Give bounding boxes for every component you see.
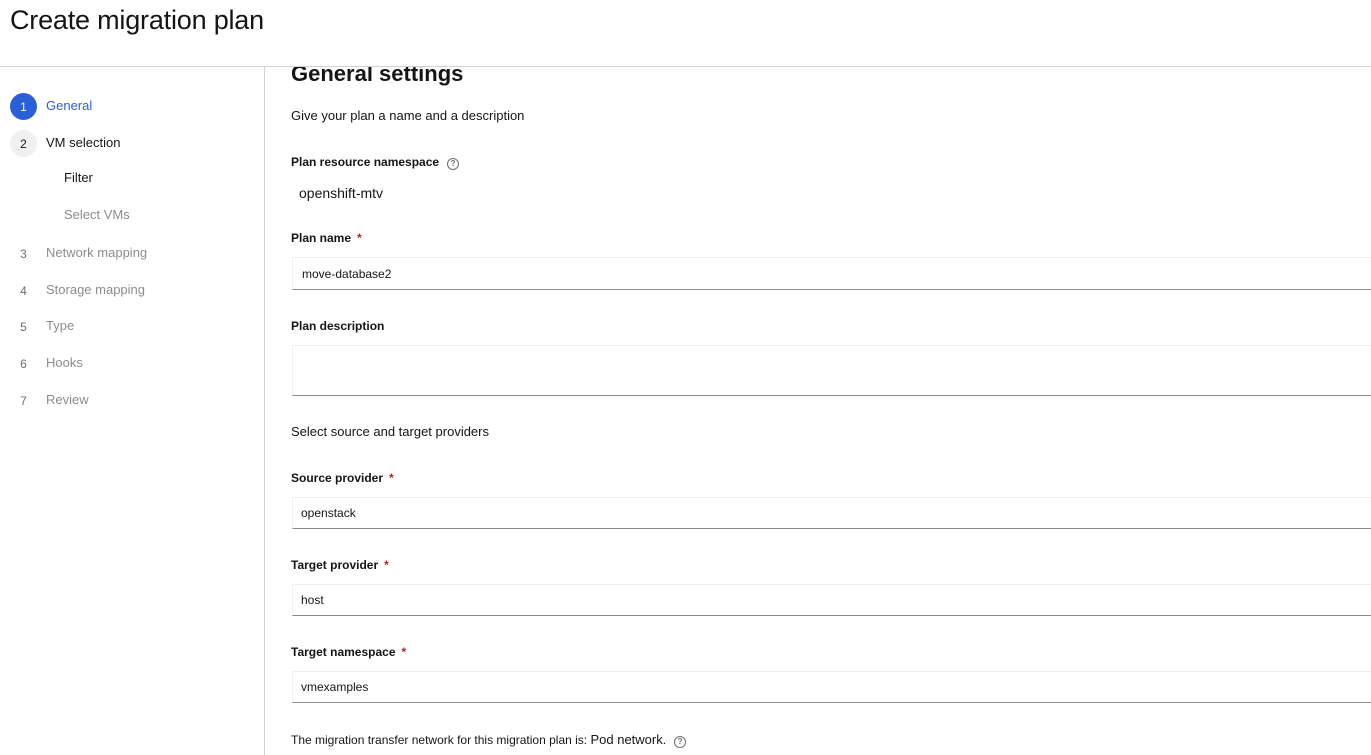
transfer-network-prefix: The migration transfer network for this … [291, 733, 591, 747]
source-provider-label: Source provider * [291, 471, 394, 485]
target-namespace-value: vmexamples [301, 680, 369, 694]
namespace-label: Plan resource namespace? [291, 155, 460, 170]
plan-name-label-text: Plan name [291, 231, 352, 245]
step-label: Network mapping [46, 245, 148, 260]
required-marker: * [357, 231, 362, 245]
providers-heading: Select source and target providers [291, 424, 489, 439]
plan-name-label: Plan name * [291, 231, 362, 245]
transfer-network-value[interactable]: Pod network [590, 732, 662, 747]
page-title: Create migration plan [10, 5, 264, 35]
plan-name-input[interactable] [292, 257, 1371, 290]
step-number: 6 [20, 356, 27, 371]
help-icon[interactable]: ? [447, 158, 460, 170]
transfer-network-note: The migration transfer network for this … [291, 732, 687, 748]
step-label: Hooks [46, 355, 83, 370]
wizard-step-storage-mapping[interactable]: 4 Storage mapping [0, 277, 264, 305]
target-namespace-label-text: Target namespace [291, 645, 396, 659]
step-label: General [46, 98, 93, 113]
name-description-heading: Give your plan a name and a description [291, 108, 525, 123]
step-label: Storage mapping [46, 282, 146, 297]
wizard-step-hooks[interactable]: 6 Hooks [0, 350, 264, 378]
step-number: 7 [20, 393, 27, 408]
required-marker: * [401, 645, 407, 659]
target-namespace-label: Target namespace * [291, 645, 406, 659]
step-label: VM selection [46, 135, 121, 150]
step-number: 5 [20, 319, 27, 334]
source-provider-label-text: Source provider [291, 471, 384, 485]
required-marker: * [389, 471, 394, 485]
help-icon[interactable]: ? [674, 736, 687, 748]
wizard-step-type[interactable]: 5 Type [0, 313, 264, 341]
step-number: 3 [20, 246, 27, 261]
wizard-substep-filter[interactable]: Filter [64, 170, 93, 185]
required-marker: * [384, 558, 389, 572]
page-header: Create migration plan [0, 0, 1371, 67]
wizard-nav: 1 General 2 VM selection Filter Select V… [0, 67, 265, 755]
wizard-step-general[interactable]: 1 General [0, 93, 264, 121]
namespace-value: openshift-mtv [299, 185, 384, 201]
source-provider-value: openstack [301, 506, 356, 520]
plan-description-label: Plan description [291, 319, 385, 333]
target-provider-select[interactable]: host [292, 584, 1371, 616]
target-provider-label-text: Target provider [291, 558, 379, 572]
namespace-label-text: Plan resource namespace [291, 155, 440, 169]
target-provider-label: Target provider * [291, 558, 389, 572]
transfer-network-suffix: . [662, 733, 667, 747]
section-title: General settings [291, 67, 464, 86]
target-namespace-select[interactable]: vmexamples [292, 671, 1371, 703]
wizard-substep-select-vms[interactable]: Select VMs [64, 207, 130, 222]
step-number: 4 [20, 283, 27, 298]
step-number: 1 [10, 93, 37, 120]
wizard-step-vm-selection[interactable]: 2 VM selection [0, 130, 264, 158]
target-provider-value: host [301, 593, 324, 607]
step-label: Review [46, 392, 89, 407]
wizard-body: General settings Give your plan a name a… [265, 67, 1371, 755]
wizard-step-network-mapping[interactable]: 3 Network mapping [0, 240, 264, 268]
source-provider-select[interactable]: openstack [292, 497, 1371, 529]
step-label: Type [46, 318, 75, 333]
step-number: 2 [10, 130, 37, 157]
plan-description-textarea[interactable] [292, 345, 1371, 396]
wizard-step-review[interactable]: 7 Review [0, 387, 264, 415]
